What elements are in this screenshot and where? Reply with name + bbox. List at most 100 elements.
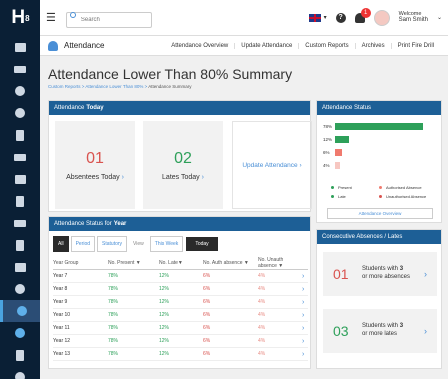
attendance-status-year-panel: Attendance Status for Year All Period Sta…	[48, 216, 311, 369]
consecutive-absences-text: Students with 3 or more absences	[362, 266, 411, 280]
chart-legend: Present Authorised Absence Late Unauthor…	[331, 185, 441, 203]
cell-year-group: Year 11	[53, 325, 70, 331]
topbar: ☰ ▾ ? 1 Welcome Sam Smith ⌄	[40, 0, 448, 36]
chevron-right-icon[interactable]: ›	[302, 312, 308, 319]
today-button[interactable]: Today	[186, 237, 218, 251]
nav-update-attendance[interactable]: Update Attendance	[234, 42, 298, 49]
documents-icon[interactable]	[0, 190, 40, 212]
students-icon[interactable]	[0, 80, 40, 102]
cell-auth-absence: 6%	[203, 325, 211, 331]
notification-bell-icon[interactable]: 1	[354, 7, 371, 23]
table-row[interactable]: Year 8 78% 12% 6% 4% ›	[53, 283, 308, 296]
calendar-icon[interactable]	[0, 124, 40, 146]
staff-icon[interactable]	[0, 102, 40, 124]
breadcrumb-custom-reports[interactable]: Custom Reports	[48, 84, 81, 89]
user-name: Sam Smith	[398, 17, 428, 24]
avatar[interactable]	[373, 9, 390, 26]
cell-year-group: Year 7	[53, 273, 68, 279]
tab-statutory[interactable]: Statutory	[97, 236, 128, 252]
attendance-status-panel: Attendance Status 78% 12% 6% 4% Present Aut…	[316, 100, 442, 223]
school-icon[interactable]	[0, 58, 40, 80]
groups-icon[interactable]	[0, 322, 40, 344]
col-unauth-absence[interactable]: No. Unauth absence ▼	[258, 257, 302, 269]
hamburger-menu-icon[interactable]: ☰	[46, 11, 56, 24]
col-late[interactable]: No. Late▼	[159, 260, 203, 266]
consecutive-absences-card[interactable]: 01 Students with 3 or more absences ›	[323, 252, 437, 296]
table-row[interactable]: Year 9 78% 12% 6% 4% ›	[53, 296, 308, 309]
nav-custom-reports[interactable]: Custom Reports	[298, 42, 354, 49]
cell-present: 78%	[108, 312, 119, 318]
chevron-right-icon: ›	[424, 326, 427, 336]
status-year-header: Attendance Status for Year	[49, 217, 310, 231]
table-row[interactable]: Year 7 78% 12% 6% 4% ›	[53, 270, 308, 283]
chevron-right-icon[interactable]: ›	[302, 299, 308, 306]
reports-icon[interactable]	[0, 234, 40, 256]
breadcrumb-lower-80[interactable]: Attendance Lower Than 80%	[85, 84, 143, 89]
settings-icon[interactable]	[0, 366, 40, 379]
cell-late: 12%	[159, 273, 170, 279]
chevron-right-icon[interactable]: ›	[302, 351, 308, 358]
user-chevron-icon[interactable]: ⌄	[437, 14, 442, 21]
messages-icon[interactable]	[0, 146, 40, 168]
table-row[interactable]: Year 13 78% 12% 6% 4% ›	[53, 348, 308, 361]
cloud-icon[interactable]	[0, 278, 40, 300]
lates-count: 02	[174, 149, 192, 167]
bar-row: 4%	[323, 160, 431, 171]
dashboard-icon[interactable]	[0, 36, 40, 58]
bar-label: 12%	[323, 137, 333, 142]
consecutive-lates-card[interactable]: 03 Students with 3 or more lates ›	[323, 309, 437, 353]
chevron-right-icon[interactable]: ›	[302, 273, 308, 280]
cell-present: 78%	[108, 299, 119, 305]
consecutive-header: Consecutive Absences / Lates	[317, 230, 441, 244]
cell-year-group: Year 8	[53, 286, 68, 292]
search-icon	[69, 11, 76, 18]
chevron-down-icon[interactable]: ▾	[324, 14, 327, 21]
cell-late: 12%	[159, 286, 170, 292]
cell-late: 12%	[159, 299, 170, 305]
tab-all[interactable]: All	[53, 236, 69, 252]
module-nav: Attendance Overview Update Attendance Cu…	[165, 42, 440, 49]
search-box	[65, 8, 152, 28]
cell-unauth-absence: 4%	[258, 312, 266, 318]
table-row[interactable]: Year 12 78% 12% 6% 4% ›	[53, 335, 308, 348]
attendance-overview-button[interactable]: Attendance Overview	[327, 208, 433, 219]
breadcrumb-current: Attendance Summary	[148, 84, 192, 89]
app-logo[interactable]: H8	[0, 0, 40, 36]
table-row[interactable]: Year 11 78% 12% 6% 4% ›	[53, 322, 308, 335]
behaviour-icon[interactable]	[0, 168, 40, 190]
consecutive-lates-count: 03	[333, 323, 349, 339]
chevron-right-icon[interactable]: ›	[302, 338, 308, 345]
nav-attendance-overview[interactable]: Attendance Overview	[165, 43, 234, 49]
consecutive-panel: Consecutive Absences / Lates 01 Students…	[316, 229, 442, 369]
legend-unauthorised: Unauthorised Absence	[379, 194, 427, 199]
tab-this-week[interactable]: This Week	[149, 236, 184, 252]
lates-card[interactable]: 02 Lates Today ›	[143, 121, 223, 209]
col-year-group[interactable]: Year Group	[53, 260, 108, 266]
nav-print-fire-drill[interactable]: Print Fire Drill	[390, 42, 440, 49]
timetable-icon[interactable]	[0, 256, 40, 278]
user-menu[interactable]: Welcome Sam Smith	[399, 11, 428, 25]
attendance-icon[interactable]	[0, 300, 40, 322]
tab-period[interactable]: Period	[70, 236, 96, 252]
chevron-right-icon[interactable]: ›	[302, 325, 308, 332]
chevron-right-icon[interactable]: ›	[302, 286, 308, 293]
nav-archives[interactable]: Archives	[354, 42, 391, 49]
cell-auth-absence: 6%	[203, 338, 211, 344]
analytics-icon[interactable]	[0, 212, 40, 234]
update-attendance-link[interactable]: Update Attendance ›	[232, 121, 312, 209]
col-present[interactable]: No. Present ▼	[108, 260, 159, 266]
module-header: Attendance Attendance Overview Update At…	[40, 36, 448, 56]
period-tabs: All Period Statutory View This Week Toda…	[53, 236, 218, 252]
consecutive-absences-count: 01	[333, 266, 349, 282]
legend-present: Present	[331, 185, 379, 190]
help-icon[interactable]: ?	[335, 12, 346, 23]
attendance-status-header: Attendance Status	[317, 101, 441, 115]
language-flag-icon[interactable]	[308, 13, 321, 22]
table-row[interactable]: Year 10 78% 12% 6% 4% ›	[53, 309, 308, 322]
notes-icon[interactable]	[0, 344, 40, 366]
absentees-card[interactable]: 01 Absentees Today ›	[55, 121, 135, 209]
col-auth-absence[interactable]: No. Auth absence ▼	[203, 260, 258, 266]
search-input[interactable]	[65, 11, 152, 28]
cell-year-group: Year 13	[53, 351, 71, 357]
cell-unauth-absence: 4%	[258, 325, 266, 331]
